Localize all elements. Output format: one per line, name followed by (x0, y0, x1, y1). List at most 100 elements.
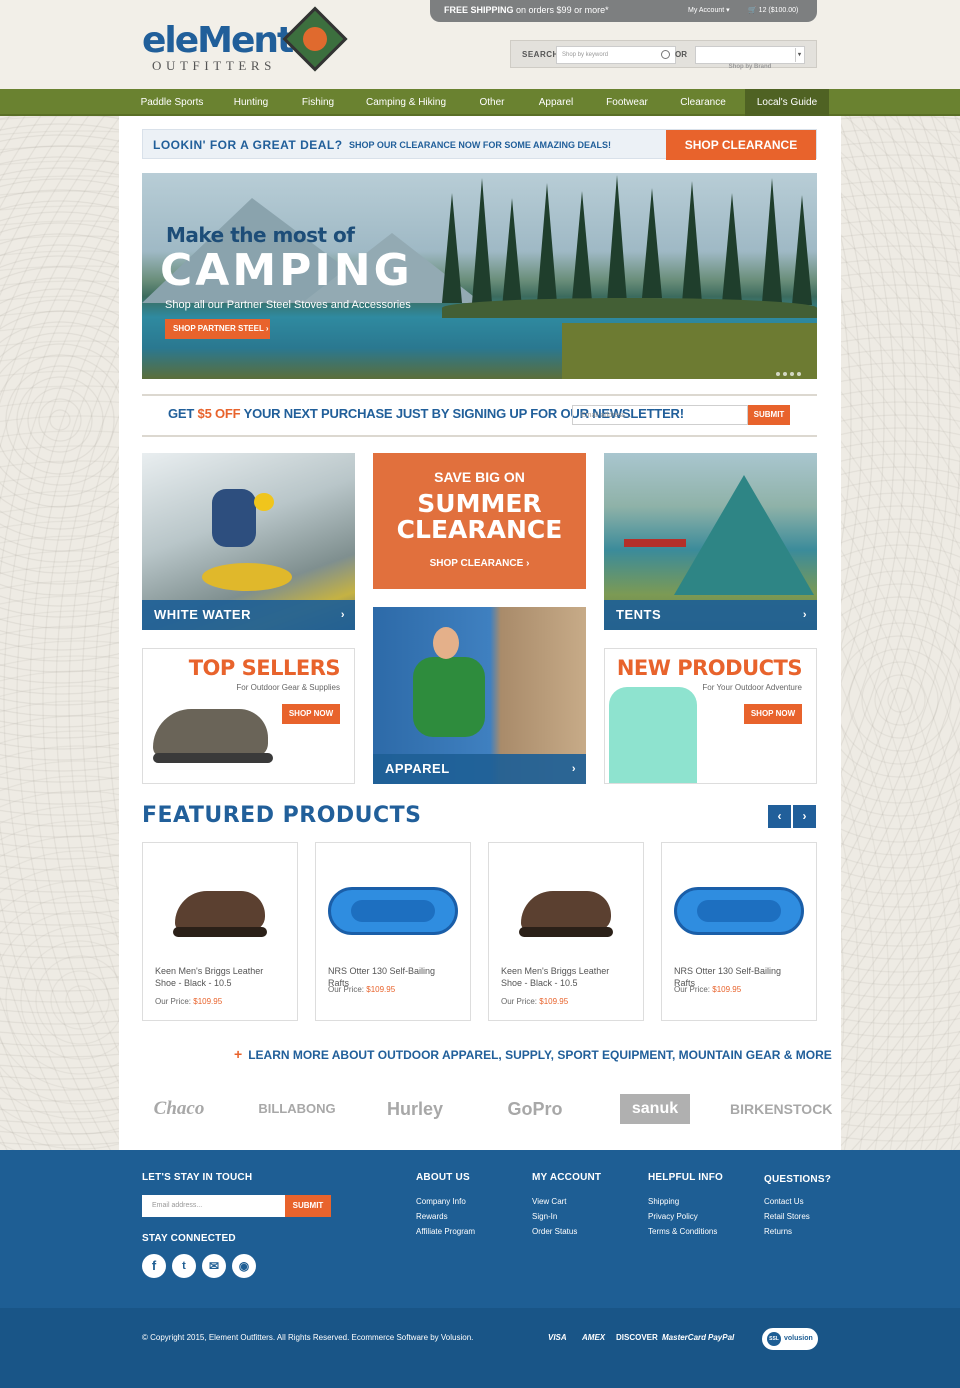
hero-tree (442, 193, 462, 303)
product-name[interactable]: Keen Men's Briggs Leather Shoe - Black -… (501, 965, 631, 989)
divider (142, 394, 817, 396)
twitter-icon[interactable]: t (172, 1254, 196, 1278)
brand-logo-hurley[interactable]: Hurley (370, 1094, 460, 1124)
product-price: Our Price: $109.95 (155, 997, 223, 1006)
tents-caption: TENTS › (604, 600, 817, 630)
hero-banner[interactable]: Make the most of CAMPING Shop all our Pa… (142, 173, 817, 379)
footer-link-returns[interactable]: Returns (764, 1227, 792, 1236)
kayaker-helmet (254, 493, 274, 511)
cart-link[interactable]: 🛒 12 ($100.00) (748, 6, 798, 14)
footer-link-company-info[interactable]: Company Info (416, 1197, 466, 1206)
nav-other[interactable]: Other (464, 89, 520, 116)
top-sellers-card[interactable]: TOP SELLERS For Outdoor Gear & Supplies … (142, 648, 355, 784)
brand-select[interactable]: Shop by Brand ▾ (695, 46, 805, 70)
chevron-right-icon: › (802, 609, 807, 621)
carousel-prev-button[interactable]: ‹ (768, 805, 791, 828)
new-products-title: NEW PRODUCTS (616, 656, 803, 680)
facebook-icon[interactable]: f (142, 1254, 166, 1278)
white-water-tile[interactable]: WHITE WATER › (142, 453, 355, 630)
free-shipping-notice: FREE SHIPPING on orders $99 or more* (444, 5, 609, 15)
tents-tile[interactable]: TENTS › (604, 453, 817, 630)
helpful-info-heading: HELPFUL INFO (648, 1172, 723, 1183)
new-products-card[interactable]: NEW PRODUCTS For Your Outdoor Adventure … (604, 648, 817, 784)
top-sellers-title: TOP SELLERS (188, 656, 341, 680)
shop-partner-steel-button[interactable]: SHOP PARTNER STEEL › (165, 319, 270, 339)
site-logo[interactable]: eleMent OUTFITTERS (142, 6, 352, 74)
footer-link-contact-us[interactable]: Contact Us (764, 1197, 804, 1206)
new-products-shop-button[interactable]: SHOP NOW (744, 704, 802, 724)
amex-logo: AMEX (582, 1333, 606, 1342)
product-image[interactable] (153, 863, 287, 953)
carousel-next-button[interactable]: › (793, 805, 816, 828)
footer-link-rewards[interactable]: Rewards (416, 1212, 448, 1221)
search-bar: SEARCH Shop by keyword OR Shop by Brand ▾ (510, 40, 817, 70)
hiking-shoe-image (153, 709, 268, 757)
hero-subtitle: Shop all our Partner Steel Stoves and Ac… (165, 299, 411, 311)
hero-tree (722, 193, 742, 303)
product-card[interactable]: Keen Men's Briggs Leather Shoe - Black -… (142, 842, 298, 1021)
product-image[interactable] (326, 863, 460, 953)
keyword-search-input[interactable]: Shop by keyword (556, 46, 676, 64)
carousel-dots[interactable] (773, 363, 803, 376)
white-water-caption: WHITE WATER › (142, 600, 355, 630)
picnic-table (624, 539, 686, 547)
product-card[interactable]: NRS Otter 130 Self-Bailing Rafts Our Pri… (315, 842, 471, 1021)
questions-heading: QUESTIONS? (764, 1174, 832, 1185)
product-card[interactable]: Keen Men's Briggs Leather Shoe - Black -… (488, 842, 644, 1021)
product-image[interactable] (672, 863, 806, 953)
nav-hunting[interactable]: Hunting (220, 89, 282, 116)
footer-link-terms[interactable]: Terms & Conditions (648, 1227, 717, 1236)
product-card[interactable]: NRS Otter 130 Self-Bailing Rafts Our Pri… (661, 842, 817, 1021)
nav-clearance[interactable]: Clearance (668, 89, 738, 116)
product-image[interactable] (499, 863, 633, 953)
ssl-badge[interactable]: SSL volusion (762, 1328, 818, 1350)
footer-link-shipping[interactable]: Shipping (648, 1197, 679, 1206)
brand-logo-sanuk[interactable]: sanuk (620, 1094, 690, 1124)
instagram-icon[interactable]: ◉ (232, 1254, 256, 1278)
deal-banner: LOOKIN' FOR A GREAT DEAL? SHOP OUR CLEAR… (142, 129, 817, 160)
hero-grass (562, 323, 817, 379)
brand-logo-chaco[interactable]: Chaco (142, 1094, 216, 1124)
footer-link-sign-in[interactable]: Sign-In (532, 1212, 557, 1221)
nav-camping-hiking[interactable]: Camping & Hiking (354, 89, 458, 116)
hero-kicker: Make the most of (166, 223, 355, 247)
brand-logo-birkenstock[interactable]: BIRKENSTOCK (730, 1094, 832, 1124)
summer-title: SUMMER (417, 489, 542, 518)
kayaker-figure (212, 489, 256, 547)
apparel-tile[interactable]: APPAREL › (373, 607, 586, 784)
nav-footwear[interactable]: Footwear (594, 89, 660, 116)
climber-head (433, 627, 459, 659)
email-icon[interactable]: ✉ (202, 1254, 226, 1278)
product-name[interactable]: Keen Men's Briggs Leather Shoe - Black -… (155, 965, 285, 989)
nav-paddle-sports[interactable]: Paddle Sports (130, 89, 214, 116)
footer-link-view-cart[interactable]: View Cart (532, 1197, 567, 1206)
summer-kicker: SAVE BIG ON (434, 469, 525, 485)
plus-icon: + (234, 1046, 243, 1062)
newsletter-submit-button[interactable]: SUBMIT (748, 405, 790, 425)
shop-clearance-button[interactable]: SHOP CLEARANCE (666, 130, 816, 160)
footer-link-retail-stores[interactable]: Retail Stores (764, 1212, 810, 1221)
logo-mark-icon (282, 6, 348, 72)
hero-shore (442, 298, 817, 318)
footer-link-privacy-policy[interactable]: Privacy Policy (648, 1212, 698, 1221)
nav-apparel[interactable]: Apparel (526, 89, 586, 116)
search-icon[interactable] (661, 50, 670, 59)
footer-link-affiliate-program[interactable]: Affiliate Program (416, 1227, 475, 1236)
deal-headline: LOOKIN' FOR A GREAT DEAL? (153, 138, 343, 152)
footer-email-input[interactable]: Email address... (142, 1195, 285, 1217)
jacket-image (609, 687, 697, 783)
top-sellers-shop-button[interactable]: SHOP NOW (282, 704, 340, 724)
footer-submit-button[interactable]: SUBMIT (285, 1195, 331, 1217)
summer-cta[interactable]: SHOP CLEARANCE › (373, 558, 586, 569)
summer-clearance-tile[interactable]: SAVE BIG ON SUMMER CLEARANCE SHOP CLEARA… (373, 453, 586, 589)
hero-tree (607, 175, 627, 303)
newsletter-email-input[interactable]: Email address... (572, 405, 748, 425)
brand-logo-billabong[interactable]: BILLABONG (252, 1094, 342, 1124)
nav-fishing[interactable]: Fishing (288, 89, 348, 116)
nav-locals-guide[interactable]: Local's Guide (745, 89, 829, 116)
my-account-link[interactable]: My Account ▾ (688, 6, 730, 14)
learn-more-link[interactable]: + LEARN MORE ABOUT OUTDOOR APPAREL, SUPPL… (234, 1046, 832, 1062)
footer-link-order-status[interactable]: Order Status (532, 1227, 577, 1236)
brand-logo-gopro[interactable]: GoPro (490, 1094, 580, 1124)
hero-tree (502, 198, 522, 308)
